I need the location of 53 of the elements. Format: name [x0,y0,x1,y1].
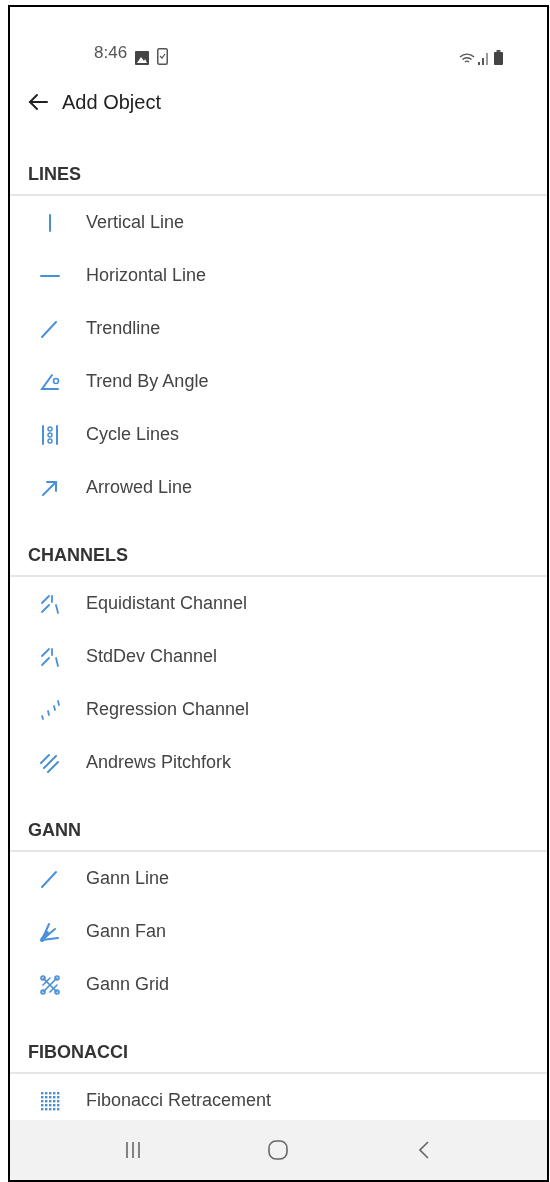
chevron-left-icon [419,1141,430,1159]
object-label: Vertical Line [86,211,185,234]
object-label: Gann Line [86,867,170,890]
wifi-icon [459,52,475,65]
horizontal-line-icon [39,273,61,278]
object-list-item[interactable]: Horizontal Line [10,249,547,302]
object-list-item[interactable]: Regression Channel [10,683,547,736]
object-list-item[interactable]: Gann Line [10,852,547,905]
image-icon [135,51,150,65]
dotted-grid-icon [39,1089,61,1112]
phone-check-icon [157,48,169,65]
object-label: Fibonacci Retracement [86,1089,272,1112]
object-label: Trend By Angle [86,370,209,393]
signal-icon [478,52,490,65]
section-heading: CHANNELS [28,545,128,565]
home-icon [268,1140,289,1160]
object-label: Gann Grid [86,973,170,996]
section-heading: LINES [28,164,81,184]
parallel-lines-icon [39,751,61,774]
cycle-lines-icon [39,423,61,446]
channel-icon [39,592,61,615]
object-label: Arrowed Line [86,476,193,499]
object-label: Gann Fan [86,920,167,943]
fan-icon [39,920,61,943]
object-list-item[interactable]: StdDev Channel [10,630,547,683]
object-list-item[interactable]: Trend By Angle [10,355,547,408]
object-list-item[interactable]: Andrews Pitchfork [10,736,547,789]
clock-text: 8:46 [94,41,128,64]
object-list-item[interactable]: Arrowed Line [10,461,547,514]
channel-icon [39,645,61,668]
object-list-item[interactable]: Trendline [10,302,547,355]
object-list-item[interactable]: Equidistant Channel [10,577,547,630]
object-label: Andrews Pitchfork [86,751,232,774]
scatter-icon [39,698,61,721]
object-list-item[interactable]: Cycle Lines [10,408,547,461]
grid-icon [39,973,61,996]
object-list-item[interactable]: Vertical Line [10,196,547,249]
object-label: Trendline [86,317,161,340]
object-list-item[interactable]: Gann Fan [10,905,547,958]
section-heading: FIBONACCI [28,1042,128,1062]
object-label: StdDev Channel [86,645,218,668]
back-arrow-icon [28,93,48,111]
object-list-item[interactable]: Fibonacci Retracement [10,1074,547,1120]
section-heading: GANN [28,820,81,840]
battery-icon [494,50,503,65]
object-label: Horizontal Line [86,264,207,287]
object-list-item[interactable]: Gann Grid [10,958,547,1011]
recent-apps-icon [124,1141,141,1159]
object-label: Cycle Lines [86,423,180,446]
object-label: Equidistant Channel [86,592,248,615]
vertical-line-icon [48,211,52,234]
page-title: Add Object [62,90,161,115]
object-label: Regression Channel [86,698,250,721]
